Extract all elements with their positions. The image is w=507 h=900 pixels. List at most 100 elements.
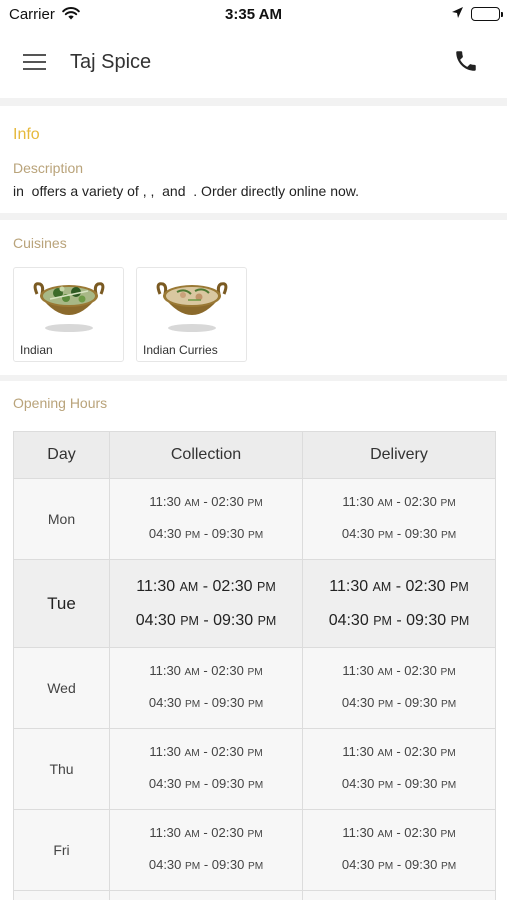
table-row (13, 890, 496, 900)
time-slot: 11:30 AM - 02:30 PM (149, 744, 263, 759)
am-pm-label: PM (440, 498, 456, 509)
time-value: 11:30 (342, 825, 374, 840)
opening-hours-section: Opening Hours Day Collection Delivery Mo… (0, 381, 507, 900)
cuisine-name: Indian Curries (143, 343, 218, 357)
cream-curry-bowl-image (156, 282, 228, 332)
collection-hours-cell: 11:30 AM - 02:30 PM 04:30 PM - 09:30 PM (109, 478, 303, 560)
am-pm-label: PM (247, 667, 263, 678)
time-value: 02:30 (211, 494, 244, 509)
am-pm-label: PM (373, 613, 392, 628)
am-pm-label: PM (440, 699, 457, 710)
cuisine-card-indian-curries[interactable]: Indian Curries (136, 267, 247, 362)
column-header-collection: Collection (109, 431, 303, 479)
time-value: 02:30 (211, 825, 244, 840)
time-value: 09:30 (404, 776, 438, 791)
phone-icon[interactable] (453, 48, 483, 78)
time-value: 09:30 (404, 695, 438, 710)
time-value: 04:30 (341, 695, 375, 710)
day-cell: Fri (13, 809, 110, 891)
opening-hours-label: Opening Hours (13, 395, 108, 411)
time-value: 11:30 (149, 744, 181, 759)
section-divider (0, 98, 507, 106)
battery-icon (471, 7, 503, 21)
opening-hours-table: Day Collection Delivery Mon 11:30 AM - 02… (13, 431, 496, 900)
time-value: 04:30 (341, 857, 375, 872)
time-value: 02:30 (212, 577, 253, 595)
time-value: 11:30 (342, 663, 374, 678)
green-curry-bowl-image (33, 282, 105, 332)
time-value: 02:30 (405, 577, 446, 595)
am-pm-label: PM (378, 699, 394, 710)
status-bar: Carrier 3:35 AM (0, 0, 507, 30)
time-value: 11:30 (342, 494, 374, 509)
column-header-delivery: Delivery (302, 431, 496, 479)
location-arrow-icon (451, 6, 464, 24)
table-row: Mon 11:30 AM - 02:30 PM 04:30 PM - 09:30 P… (13, 478, 496, 560)
delivery-hours-cell: 11:30 AM - 02:30 PM 04:30 PM - 09:30 PM (302, 809, 496, 891)
time-value: 09:30 (404, 857, 438, 872)
collection-hours-cell: 11:30 AM - 02:30 PM 04:30 PM - 09:30 PM (109, 728, 303, 810)
time-slot: 11:30 AM - 02:30 PM (149, 494, 263, 509)
am-pm-label: PM (180, 613, 199, 628)
day-cell: Mon (13, 478, 110, 560)
time-value: 02:30 (211, 663, 244, 678)
cuisine-card-indian[interactable]: Indian (13, 267, 124, 362)
collection-hours-cell: 11:30 AM - 02:30 PM 04:30 PM - 09:30 PM (109, 809, 303, 891)
time-value: 02:30 (404, 494, 437, 509)
description-label: Description (13, 160, 84, 176)
am-pm-label: PM (440, 530, 457, 541)
time-slot: 11:30 AM - 02:30 PM (149, 825, 263, 840)
cuisines-label: Cuisines (13, 235, 67, 251)
time-value: 02:30 (404, 744, 437, 759)
am-pm-label: PM (247, 861, 264, 872)
time-slot: 11:30 AM - 02:30 PM (149, 663, 263, 678)
time-value: 04:30 (148, 857, 182, 872)
time-slot: 04:30 PM - 09:30 PM (341, 776, 457, 791)
am-pm-label: AM (179, 579, 199, 594)
time-slot: 04:30 PM - 09:30 PM (341, 695, 457, 710)
am-pm-label: PM (247, 530, 264, 541)
time-value: 04:30 (341, 776, 375, 791)
time-value: 09:30 (406, 611, 447, 629)
am-pm-label: PM (450, 579, 469, 594)
am-pm-label: AM (184, 748, 200, 759)
am-pm-label: PM (440, 780, 457, 791)
table-row: Wed 11:30 AM - 02:30 PM 04:30 PM - 09:30 P… (13, 647, 496, 729)
am-pm-label: PM (247, 829, 263, 840)
delivery-hours-cell: 11:30 AM - 02:30 PM 04:30 PM - 09:30 PM (302, 559, 496, 648)
am-pm-label: PM (440, 861, 457, 872)
column-header-day: Day (13, 431, 110, 479)
time-value: 04:30 (148, 695, 182, 710)
am-pm-label: PM (247, 748, 263, 759)
time-value: 11:30 (149, 663, 181, 678)
am-pm-label: PM (185, 699, 201, 710)
time-value: 11:30 (342, 744, 374, 759)
table-row: Tue 11:30 AM - 02:30 PM 04:30 PM - 09:30 P… (13, 559, 496, 648)
time-slot: 11:30 AM - 02:30 PM (342, 663, 456, 678)
page-title: Taj Spice (70, 51, 152, 73)
table-row: Thu 11:30 AM - 02:30 PM 04:30 PM - 09:30 P… (13, 728, 496, 810)
time-slot: 11:30 AM - 02:30 PM (342, 494, 456, 509)
am-pm-label: AM (184, 667, 200, 678)
day-cell: Wed (13, 647, 110, 729)
table-row: Fri 11:30 AM - 02:30 PM 04:30 PM - 09:30 P… (13, 809, 496, 891)
time-value: 11:30 (136, 577, 176, 595)
am-pm-label: PM (185, 530, 201, 541)
time-slot: 04:30 PM - 09:30 PM (148, 695, 264, 710)
time-value: 02:30 (211, 744, 244, 759)
day-cell: Tue (13, 559, 110, 648)
time-value: 02:30 (404, 825, 437, 840)
am-pm-label: PM (378, 780, 394, 791)
time-slot: 04:30 PM - 09:30 PM (341, 526, 457, 541)
am-pm-label: PM (247, 699, 264, 710)
am-pm-label: PM (450, 613, 470, 628)
time-slot: 04:30 PM - 09:30 PM (148, 776, 264, 791)
time-value: 11:30 (149, 494, 181, 509)
time-slot: 11:30 AM - 02:30 PM (342, 825, 456, 840)
am-pm-label: AM (184, 829, 200, 840)
delivery-hours-cell: 11:30 AM - 02:30 PM 04:30 PM - 09:30 PM (302, 647, 496, 729)
hamburger-menu-icon[interactable] (20, 50, 50, 76)
time-value: 04:30 (148, 526, 182, 541)
clock: 3:35 AM (225, 6, 282, 23)
time-slot: 04:30 PM - 09:30 PM (328, 611, 470, 629)
